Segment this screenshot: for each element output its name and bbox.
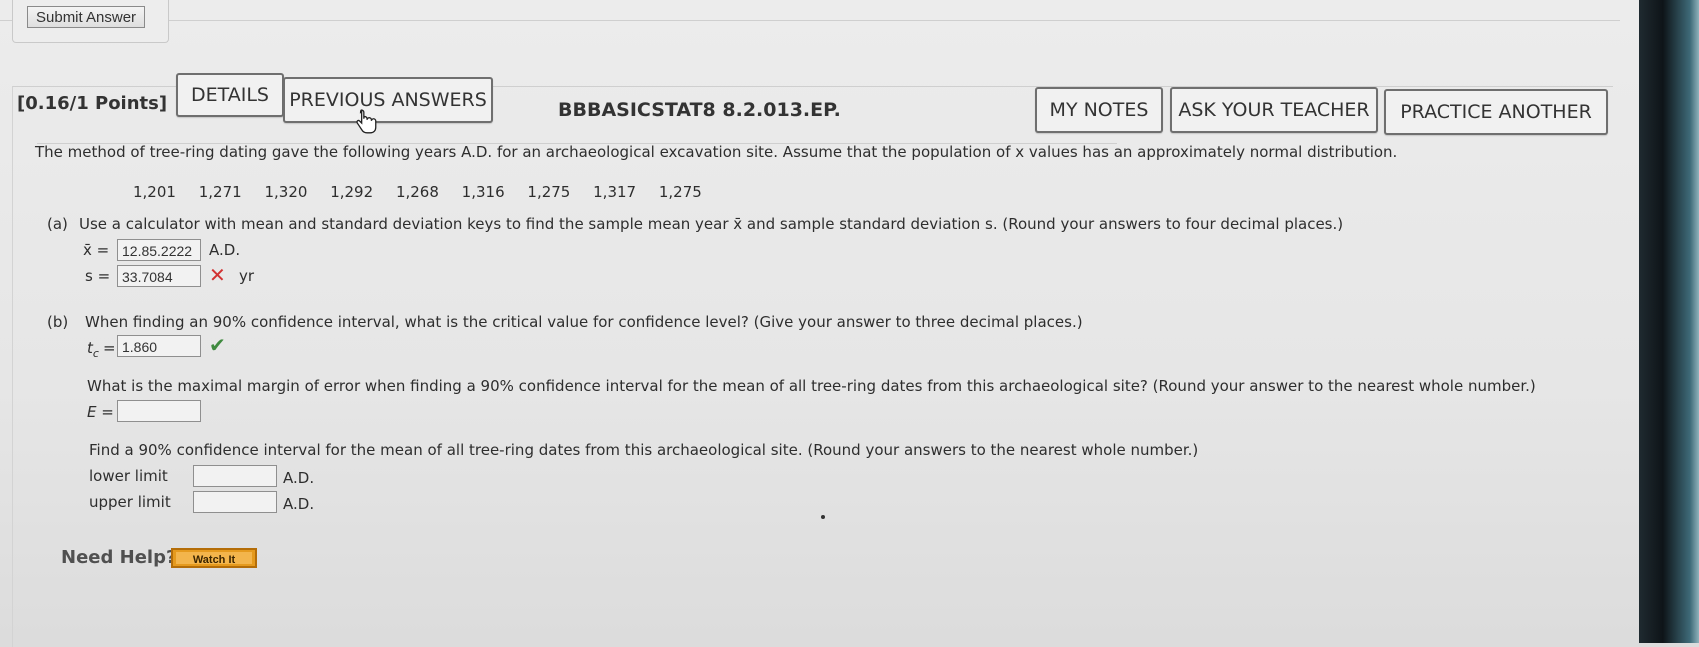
watch-it-button[interactable]: Watch It xyxy=(171,548,257,568)
tc-input[interactable]: 1.860 xyxy=(117,335,201,357)
upper-limit-unit: A.D. xyxy=(283,495,315,513)
top-bar xyxy=(0,0,1620,21)
lower-limit-input[interactable] xyxy=(193,465,277,487)
submit-panel: Submit Answer xyxy=(12,0,169,43)
monitor-bezel xyxy=(1639,0,1699,643)
data-value: 1,201 xyxy=(133,183,176,201)
points-score: [0.16/1 Points] xyxy=(17,93,168,114)
data-value: 1,320 xyxy=(264,183,308,201)
s-unit: yr xyxy=(239,267,255,285)
my-notes-button[interactable]: MY NOTES xyxy=(1035,87,1163,133)
E-label: E = xyxy=(87,403,114,421)
data-values: 1,201 1,271 1,320 1,292 1,268 1,316 1,27… xyxy=(133,183,720,201)
s-input[interactable]: 33.7084 xyxy=(117,265,201,287)
upper-limit-input[interactable] xyxy=(193,491,277,513)
margin-input[interactable] xyxy=(117,400,201,422)
data-value: 1,292 xyxy=(330,183,374,201)
part-a-label: (a) xyxy=(47,215,68,233)
part-b-label: (b) xyxy=(47,313,69,331)
screen-speck xyxy=(821,515,825,519)
margin-prompt: What is the maximal margin of error when… xyxy=(87,377,1536,395)
ask-teacher-button[interactable]: ASK YOUR TEACHER xyxy=(1170,87,1378,133)
previous-answers-button[interactable]: PREVIOUS ANSWERS xyxy=(283,77,493,123)
tc-subscript: c xyxy=(92,347,99,360)
watch-it-face: Watch It xyxy=(176,552,252,566)
upper-limit-label: upper limit xyxy=(89,493,171,511)
xbar-unit: A.D. xyxy=(209,241,241,259)
data-value: 1,275 xyxy=(658,183,702,201)
details-button[interactable]: DETAILS xyxy=(176,73,284,117)
lower-limit-label: lower limit xyxy=(89,467,168,485)
part-b-prompt: When finding an 90% confidence interval,… xyxy=(85,313,1083,331)
checkmark-icon: ✔ xyxy=(209,333,226,357)
need-help-label: Need Help? xyxy=(61,547,177,568)
submit-answer-button[interactable]: Submit Answer xyxy=(27,6,146,28)
tc-equals: = xyxy=(103,339,116,357)
problem-intro: The method of tree-ring dating gave the … xyxy=(35,143,1398,161)
xbar-input[interactable]: 12.85.2222 xyxy=(117,239,201,261)
question-page: Submit Answer [0.16/1 Points] DETAILS PR… xyxy=(0,0,1640,647)
data-value: 1,268 xyxy=(395,183,439,201)
watch-it-label: Watch It xyxy=(192,554,236,566)
s-label: s = xyxy=(85,267,111,285)
ci-prompt: Find a 90% confidence interval for the m… xyxy=(89,441,1199,459)
question-id: BBBASICSTAT8 8.2.013.EP. xyxy=(558,99,841,121)
question-card: [0.16/1 Points] DETAILS PREVIOUS ANSWERS… xyxy=(12,73,1613,647)
lower-limit-unit: A.D. xyxy=(283,469,315,487)
part-a-prompt: Use a calculator with mean and standard … xyxy=(79,215,1344,233)
xbar-label: x̄ = xyxy=(83,241,110,259)
data-value: 1,271 xyxy=(198,183,242,201)
hand-cursor-icon xyxy=(356,109,377,134)
data-value: 1,317 xyxy=(593,183,637,201)
data-value: 1,316 xyxy=(461,183,505,201)
practice-another-button[interactable]: PRACTICE ANOTHER xyxy=(1384,89,1608,135)
tc-label: tc xyxy=(87,339,99,360)
x-mark-icon: ✕ xyxy=(209,263,226,287)
data-value: 1,275 xyxy=(527,183,571,201)
